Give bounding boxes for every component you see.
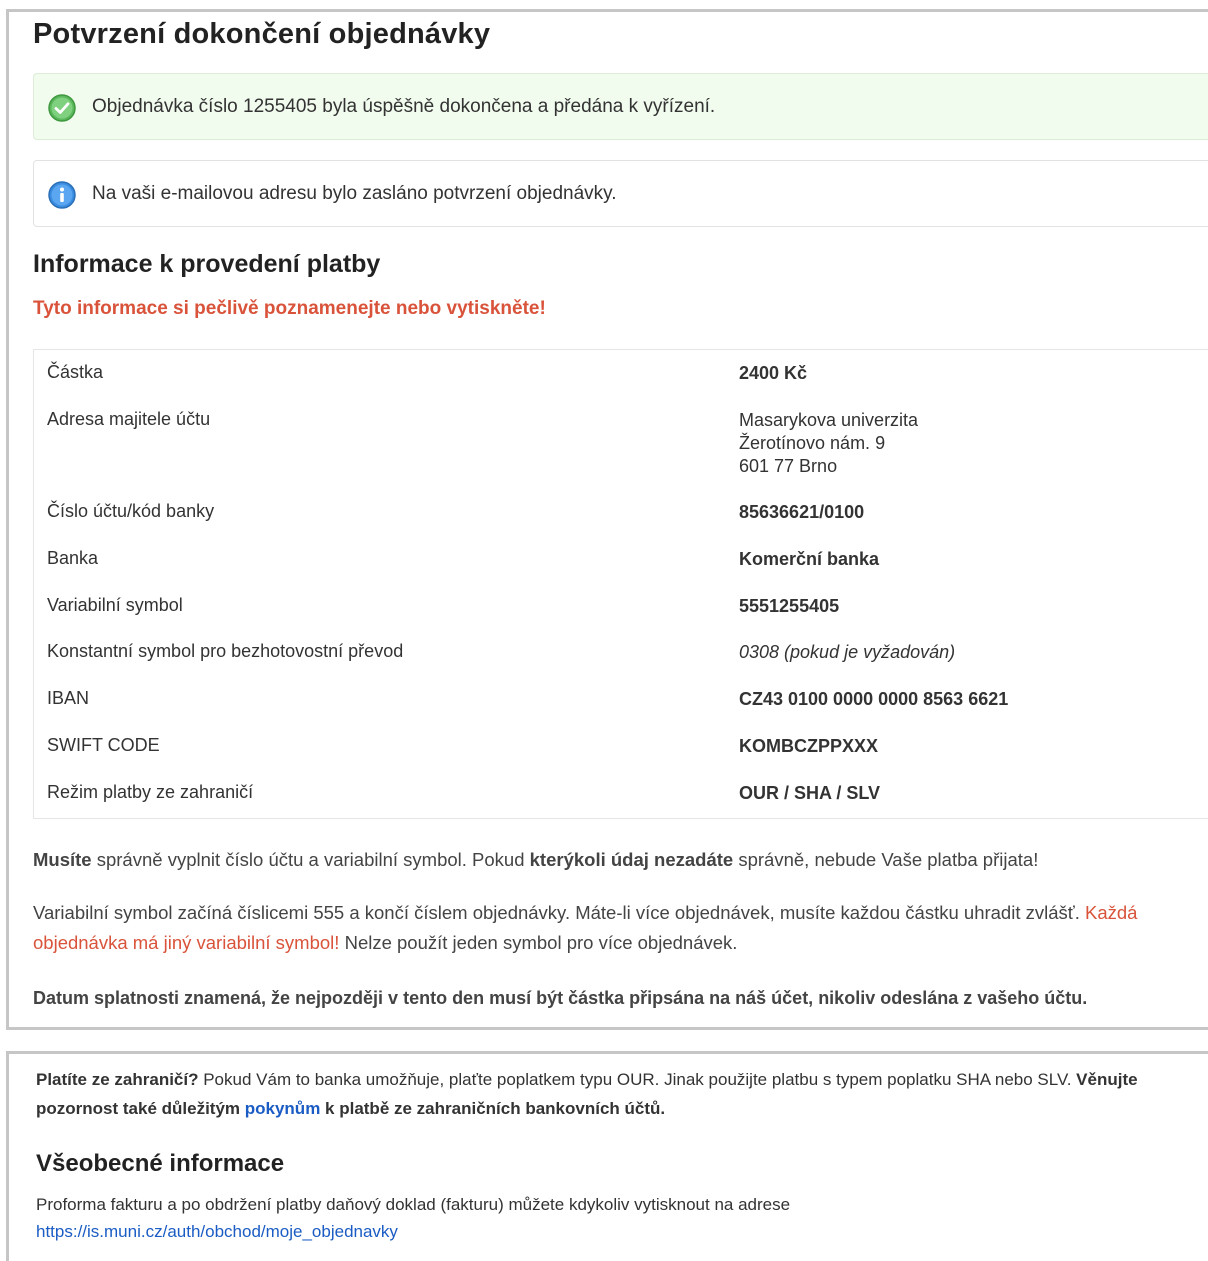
general-info-heading: Všeobecné informace <box>36 1150 285 1177</box>
row-value-account-number: 85636621/0100 <box>739 502 865 522</box>
row-value-swift: KOMBCZPPXXX <box>739 736 879 756</box>
row-label-iban: IBAN <box>47 688 90 708</box>
foreign-text: Pokud Vám to banka umožňuje, plaťte popl… <box>198 1070 1077 1089</box>
foreign-bold: k platbě ze zahraničních bankovních účtů… <box>320 1099 666 1118</box>
order-confirmation-panel: Potvrzení dokončení objednávky Objednávk… <box>6 9 1208 1030</box>
due-date-notice: Datum splatnosti znamená, že nejpozději … <box>33 988 1088 1008</box>
foreign-bold: Věnujte <box>1076 1070 1138 1089</box>
success-message: Objednávka číslo 1255405 byla úspěšně do… <box>92 96 716 117</box>
payment-heading: Informace k provedení platby <box>33 250 381 278</box>
vs-warning: objednávka má jiný variabilní symbol! <box>33 932 340 953</box>
info-icon <box>48 181 76 209</box>
success-alert: Objednávka číslo 1255405 byla úspěšně do… <box>33 73 1208 140</box>
warning-part: správně vyplnit číslo účtu a variabilní … <box>91 849 530 870</box>
warning-part: správně, nebude Vaše platba přijata! <box>733 849 1039 870</box>
row-label-amount: Částka <box>47 362 104 382</box>
row-label-constant-symbol: Konstantní symbol pro bezhotovostní přev… <box>47 641 404 661</box>
address-line: 601 77 Brno <box>739 456 838 476</box>
check-circle-icon <box>48 94 76 122</box>
general-text: Proforma fakturu a po obdržení platby da… <box>36 1195 791 1214</box>
instructions-link[interactable]: pokynům <box>245 1099 321 1118</box>
general-info-text: Proforma fakturu a po obdržení platby da… <box>36 1191 790 1245</box>
warning-part: Musíte <box>33 849 92 870</box>
row-value-variable-symbol: 5551255405 <box>739 596 840 616</box>
address-line: Masarykova univerzita <box>739 410 919 430</box>
vs-text: Nelze použít jeden symbol pro více objed… <box>339 932 738 953</box>
warning-part: kterýkoli údaj nezadáte <box>529 849 734 870</box>
row-label-swift: SWIFT CODE <box>47 735 160 755</box>
payment-info-table: Částka 2400 Kč Adresa majitele účtu Masa… <box>33 349 1208 819</box>
page-title: Potvrzení dokončení objednávky <box>33 18 491 50</box>
row-value-foreign-payment-mode: OUR / SHA / SLV <box>739 783 881 803</box>
row-value-iban: CZ43 0100 0000 0000 8563 6621 <box>739 689 1009 709</box>
foreign-question: Platíte ze zahraničí? <box>36 1070 199 1089</box>
row-label-foreign-payment-mode: Režim platby ze zahraničí <box>47 782 254 802</box>
correct-fill-warning: Musíte správně vyplnit číslo účtu a vari… <box>33 845 1038 875</box>
vs-text: Variabilní symbol začíná číslicemi 555 a… <box>33 902 1085 923</box>
foreign-bold: pozornost také důležitým <box>36 1099 245 1118</box>
payment-notice: Tyto informace si pečlivě poznamenejte n… <box>33 298 546 319</box>
row-label-variable-symbol: Variabilní symbol <box>47 595 183 615</box>
foreign-payment-note: Platíte ze zahraničí? Pokud Vám to banka… <box>36 1065 1201 1123</box>
info-alert: Na vaši e-mailovou adresu bylo zasláno p… <box>33 160 1208 227</box>
vs-warning: Každá <box>1084 902 1138 923</box>
row-value-owner-address: Masarykova univerzita Žerotínovo nám. 9 … <box>739 409 918 478</box>
row-label-account-number: Číslo účtu/kód banky <box>47 501 215 521</box>
row-value-constant-symbol: 0308 (pokud je vyžadován) <box>739 642 956 662</box>
general-info-panel: Platíte ze zahraničí? Pokud Vám to banka… <box>6 1051 1208 1261</box>
address-line: Žerotínovo nám. 9 <box>739 433 886 453</box>
row-value-amount: 2400 Kč <box>739 363 808 383</box>
orders-url-link[interactable]: https://is.muni.cz/auth/obchod/moje_obje… <box>36 1222 398 1241</box>
info-message: Na vaši e-mailovou adresu bylo zasláno p… <box>92 183 617 204</box>
row-value-bank: Komerční banka <box>739 549 880 569</box>
row-label-owner-address: Adresa majitele účtu <box>47 409 211 429</box>
variable-symbol-info: Variabilní symbol začíná číslicemi 555 a… <box>33 898 1193 958</box>
row-label-bank: Banka <box>47 548 99 568</box>
